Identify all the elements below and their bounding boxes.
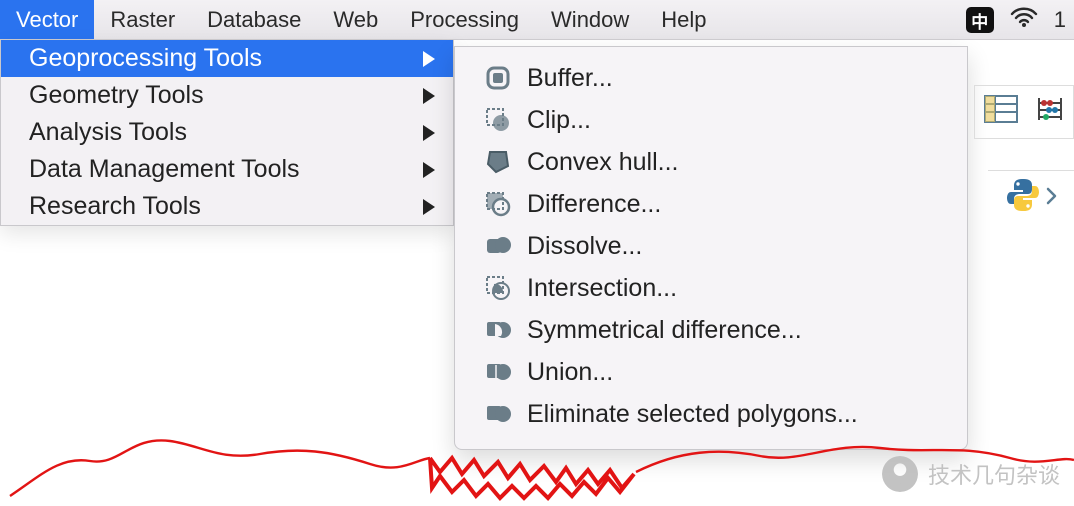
submenu-convex-hull[interactable]: Convex hull...: [455, 141, 967, 183]
menu-label: Processing: [410, 7, 519, 33]
wifi-icon[interactable]: [1010, 6, 1038, 34]
chevron-right-icon[interactable]: [1046, 185, 1058, 211]
clock-text: 1: [1054, 7, 1066, 33]
menubar: Vector Raster Database Web Processing Wi…: [0, 0, 1074, 40]
menu-label: Database: [207, 7, 301, 33]
menubar-right: 中 1: [966, 0, 1074, 40]
menu-help[interactable]: Help: [645, 0, 722, 39]
dropdown-label: Analysis Tools: [29, 118, 187, 147]
watermark-text: 技术几句杂谈: [928, 458, 1060, 490]
dropdown-label: Geometry Tools: [29, 81, 204, 110]
watermark-logo-icon: [882, 456, 918, 492]
python-icon[interactable]: [1004, 176, 1042, 220]
vector-item-analysis[interactable]: Analysis Tools: [1, 114, 453, 151]
watermark: 技术几句杂谈: [882, 456, 1060, 492]
convex-hull-icon: [483, 147, 513, 177]
dropdown-label: Research Tools: [29, 192, 201, 221]
submenu-label: Convex hull...: [527, 148, 678, 177]
dropdown-label: Data Management Tools: [29, 155, 300, 184]
toolbar-peek-top: [974, 85, 1074, 139]
toolbar-peek-bottom: [988, 170, 1074, 224]
vector-item-geometry[interactable]: Geometry Tools: [1, 77, 453, 114]
submenu-difference[interactable]: Difference...: [455, 183, 967, 225]
buffer-icon: [483, 63, 513, 93]
submenu-label: Clip...: [527, 106, 591, 135]
menu-web[interactable]: Web: [317, 0, 394, 39]
dropdown-label: Geoprocessing Tools: [29, 44, 262, 73]
submenu-label: Difference...: [527, 190, 661, 219]
menu-vector[interactable]: Vector: [0, 0, 94, 39]
abacus-icon[interactable]: [1035, 94, 1065, 130]
submenu-clip[interactable]: Clip...: [455, 99, 967, 141]
menu-label: Window: [551, 7, 629, 33]
submenu-label: Buffer...: [527, 64, 613, 93]
submenu-arrow-icon: [423, 88, 435, 104]
submenu-arrow-icon: [423, 199, 435, 215]
vector-item-geoprocessing[interactable]: Geoprocessing Tools: [1, 40, 453, 77]
submenu-arrow-icon: [423, 51, 435, 67]
menu-raster[interactable]: Raster: [94, 0, 191, 39]
attribute-table-icon[interactable]: [984, 95, 1018, 129]
menu-label: Vector: [16, 7, 78, 33]
menu-processing[interactable]: Processing: [394, 0, 535, 39]
clip-icon: [483, 105, 513, 135]
menu-database[interactable]: Database: [191, 0, 317, 39]
menu-window[interactable]: Window: [535, 0, 645, 39]
difference-icon: [483, 189, 513, 219]
menu-label: Help: [661, 7, 706, 33]
submenu-buffer[interactable]: Buffer...: [455, 57, 967, 99]
ime-badge[interactable]: 中: [966, 7, 994, 33]
vector-item-research[interactable]: Research Tools: [1, 188, 453, 225]
vector-item-data-management[interactable]: Data Management Tools: [1, 151, 453, 188]
submenu-arrow-icon: [423, 125, 435, 141]
menu-label: Raster: [110, 7, 175, 33]
menu-label: Web: [333, 7, 378, 33]
ime-text: 中: [971, 8, 988, 33]
submenu-arrow-icon: [423, 162, 435, 178]
vector-dropdown: Geoprocessing Tools Geometry Tools Analy…: [0, 40, 454, 226]
